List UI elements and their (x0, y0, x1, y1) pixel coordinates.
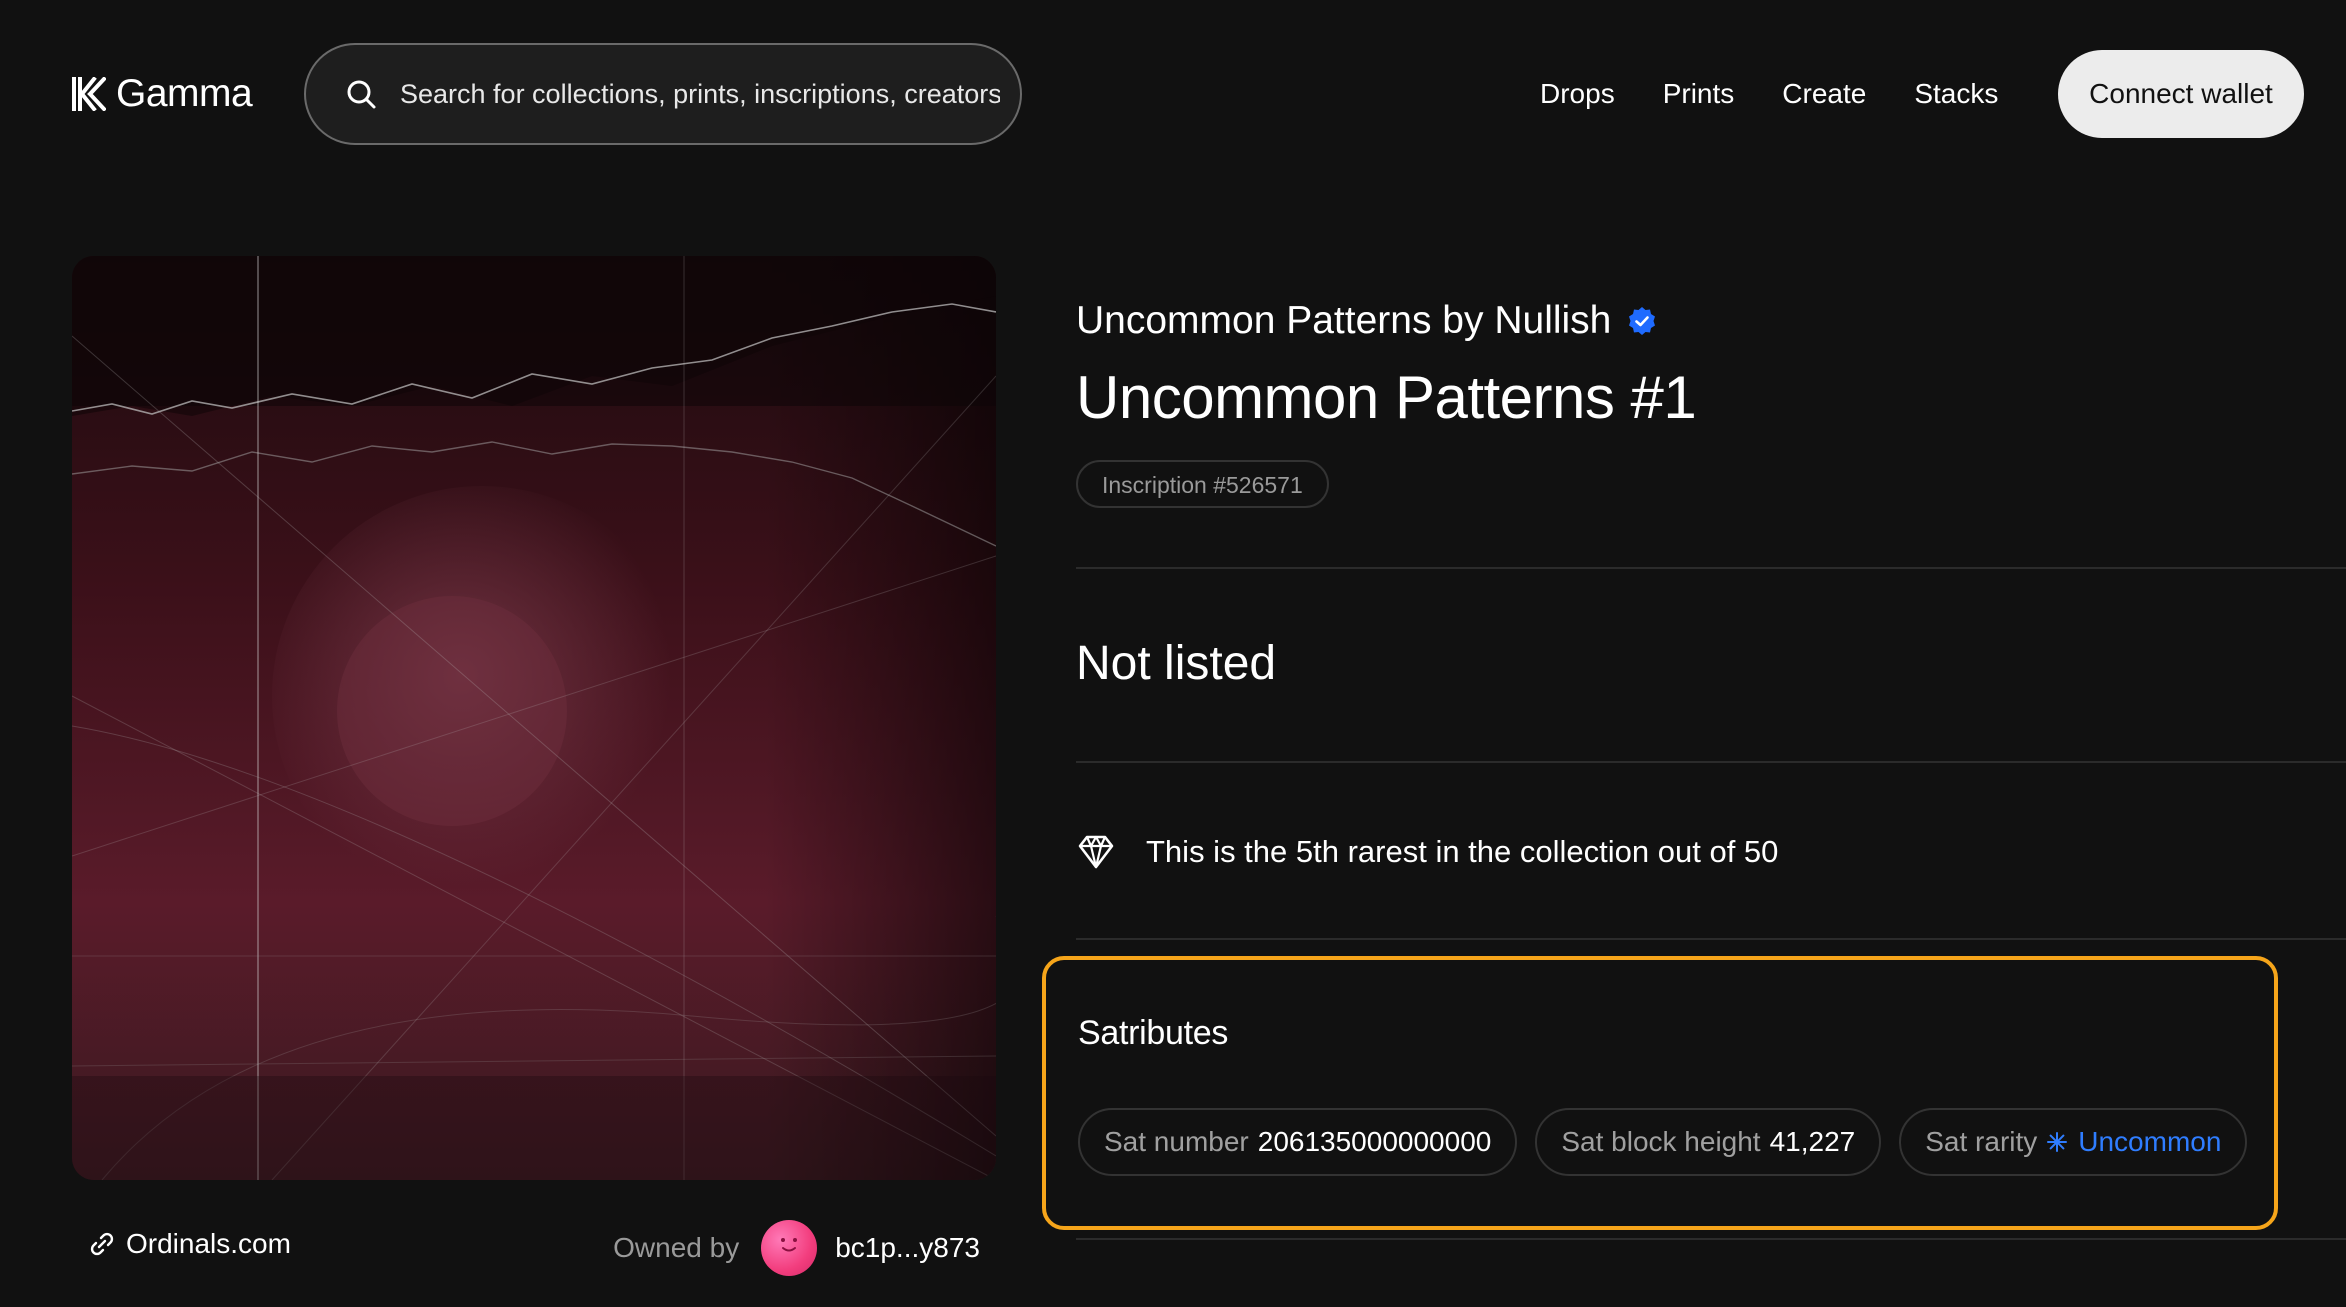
main-nav: Drops Prints Create Stacks (1540, 64, 2046, 124)
item-details: Uncommon Patterns by Nullish Uncommon Pa… (1076, 290, 2346, 508)
sparkle-icon (2047, 1132, 2068, 1152)
nav-create[interactable]: Create (1782, 78, 1866, 110)
divider (1076, 567, 2346, 569)
nav-drops[interactable]: Drops (1540, 78, 1615, 110)
sat-rarity-value: Uncommon (2078, 1126, 2222, 1157)
link-icon (90, 1232, 114, 1256)
collection-name[interactable]: Uncommon Patterns by Nullish (1076, 299, 1611, 343)
owner-avatar (761, 1220, 818, 1276)
nav-prints[interactable]: Prints (1663, 78, 1735, 110)
ordinals-link[interactable]: Ordinals.com (88, 1228, 291, 1260)
sat-block-height-label: Sat block height (1561, 1126, 1761, 1157)
divider (1076, 1238, 2346, 1240)
ordinals-link-text: Ordinals.com (126, 1228, 291, 1259)
gamma-logo[interactable]: Gamma (72, 68, 253, 120)
owned-by-label: Owned by (613, 1232, 740, 1263)
sat-block-height-value: 41,227 (1769, 1126, 1856, 1157)
sat-rarity-label: Sat rarity (1925, 1126, 2038, 1157)
top-header: Gamma Drops Prints Create Stacks Connect… (0, 0, 2346, 190)
divider (1076, 761, 2346, 763)
owner-info[interactable]: Owned by bc1p...y873 (613, 1220, 980, 1276)
verified-badge-icon (1629, 307, 1656, 335)
listing-status: Not listed (1076, 637, 1277, 690)
sat-number-pill[interactable]: Sat number 206135000000000 (1078, 1108, 1518, 1176)
owner-address: bc1p...y873 (835, 1232, 980, 1263)
rarity-text: This is the 5th rarest in the collection… (1146, 834, 1779, 869)
inscription-badge[interactable]: Inscription #526571 (1076, 460, 1329, 508)
artwork-visual (72, 256, 996, 1180)
collection-row[interactable]: Uncommon Patterns by Nullish (1076, 290, 2346, 352)
search-bar[interactable] (304, 43, 1022, 145)
sat-block-height-pill[interactable]: Sat block height 41,227 (1535, 1108, 1882, 1176)
nav-stacks[interactable]: Stacks (1914, 78, 1998, 110)
artwork-image[interactable] (72, 256, 996, 1180)
satributes-title: Satributes (1078, 1014, 1229, 1052)
sat-rarity-pill[interactable]: Sat rarity Uncommon (1899, 1108, 2248, 1176)
sat-number-label: Sat number (1104, 1126, 1249, 1157)
artwork-footer: Ordinals.com Owned by bc1p...y873 (72, 1210, 996, 1284)
search-input[interactable] (400, 78, 1000, 110)
satributes-panel: Satributes Sat number 206135000000000 Sa… (1042, 956, 2278, 1230)
rarity-row: This is the 5th rarest in the collection… (1076, 828, 1778, 876)
logo-text: Gamma (116, 72, 253, 115)
search-icon (347, 80, 376, 109)
diamond-icon (1078, 835, 1114, 869)
item-title: Uncommon Patterns #1 (1076, 364, 1697, 431)
satributes-pills: Sat number 206135000000000 Sat block hei… (1078, 1108, 2248, 1176)
connect-wallet-button[interactable]: Connect wallet (2058, 50, 2304, 138)
sat-number-value: 206135000000000 (1257, 1126, 1492, 1157)
divider (1076, 938, 2346, 940)
gamma-logo-icon (72, 77, 106, 111)
